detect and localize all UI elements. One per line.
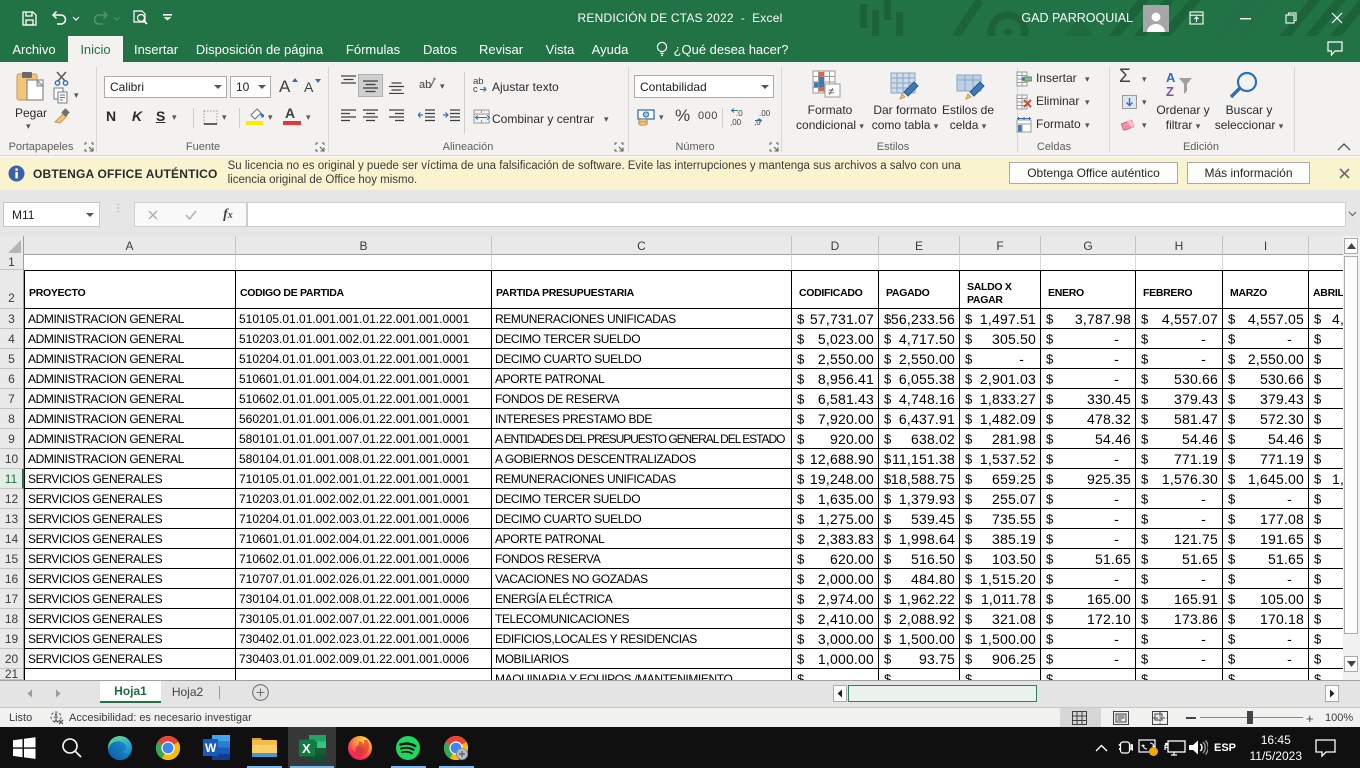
svg-text:X: X — [302, 741, 311, 756]
svg-text:W: W — [205, 741, 217, 755]
svg-text:c: c — [473, 84, 478, 94]
svg-text:.00: .00 — [759, 109, 770, 118]
svg-text:ab: ab — [419, 79, 431, 91]
svg-text:A: A — [1166, 70, 1176, 85]
svg-text:A: A — [304, 79, 314, 95]
svg-text:,00: ,00 — [730, 118, 742, 127]
svg-text:≠: ≠ — [828, 86, 834, 98]
svg-text:Z: Z — [1166, 84, 1174, 99]
svg-text:A: A — [279, 77, 291, 96]
